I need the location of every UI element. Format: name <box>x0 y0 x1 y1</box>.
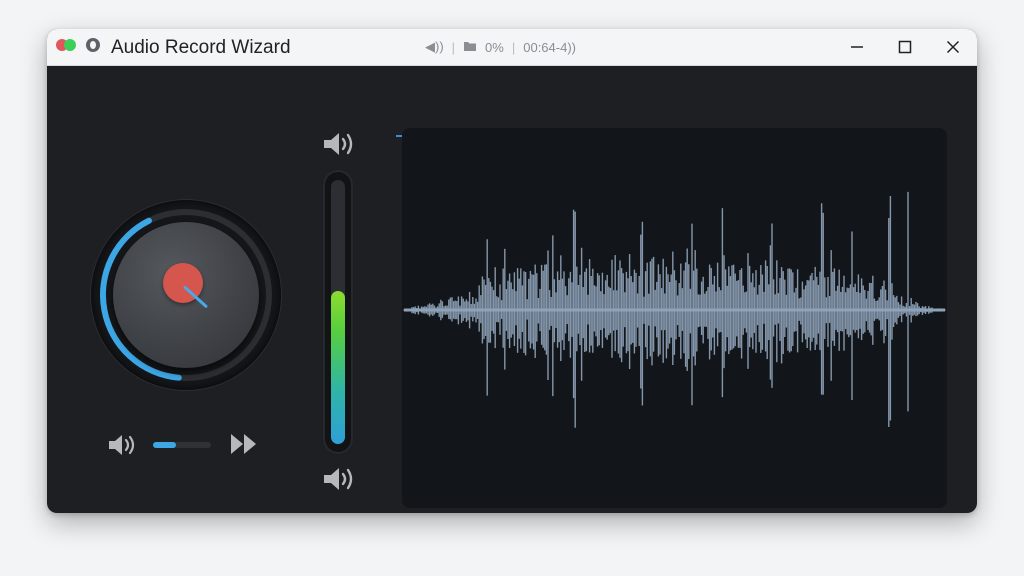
speaker-icon[interactable] <box>107 432 141 463</box>
maximize-button[interactable] <box>882 29 928 65</box>
app-icon <box>86 38 100 52</box>
speaker-icon[interactable] <box>322 130 358 163</box>
playback-volume-slider[interactable] <box>153 442 211 448</box>
input-level-meter[interactable] <box>323 170 353 454</box>
status-divider: | <box>451 39 456 55</box>
window-title: Audio Record Wizard <box>111 37 291 58</box>
time-status-text: 00:64-4)) <box>523 39 576 55</box>
minimize-icon <box>851 46 863 48</box>
titlebar-status: ◀)) | 0% | 00:64-4)) <box>425 39 576 55</box>
fast-forward-icon[interactable] <box>229 431 259 462</box>
speaker-icon[interactable] <box>322 465 358 498</box>
meter-track <box>331 180 345 444</box>
status-divider: | <box>511 39 516 55</box>
playback-volume-fill <box>153 442 177 448</box>
maximize-icon <box>898 40 912 54</box>
waveform <box>403 191 946 428</box>
percent-status-text: 0% <box>485 39 504 55</box>
playback-controls <box>107 430 267 460</box>
zoom-traffic-light[interactable] <box>64 39 76 51</box>
minimize-button[interactable] <box>834 29 880 65</box>
speaker-status-text: ◀)) <box>425 39 444 54</box>
close-button[interactable] <box>930 29 976 65</box>
recorder-content <box>47 66 977 513</box>
waveform-display[interactable] <box>402 128 947 508</box>
folder-icon <box>463 40 477 55</box>
app-window: Audio Record Wizard ◀)) | 0% | 00:64-4)) <box>47 29 977 513</box>
close-icon <box>946 40 960 54</box>
waveform-samples <box>403 191 946 428</box>
title-bar[interactable]: Audio Record Wizard ◀)) | 0% | 00:64-4)) <box>47 29 977 66</box>
meter-level-fill <box>331 290 345 444</box>
